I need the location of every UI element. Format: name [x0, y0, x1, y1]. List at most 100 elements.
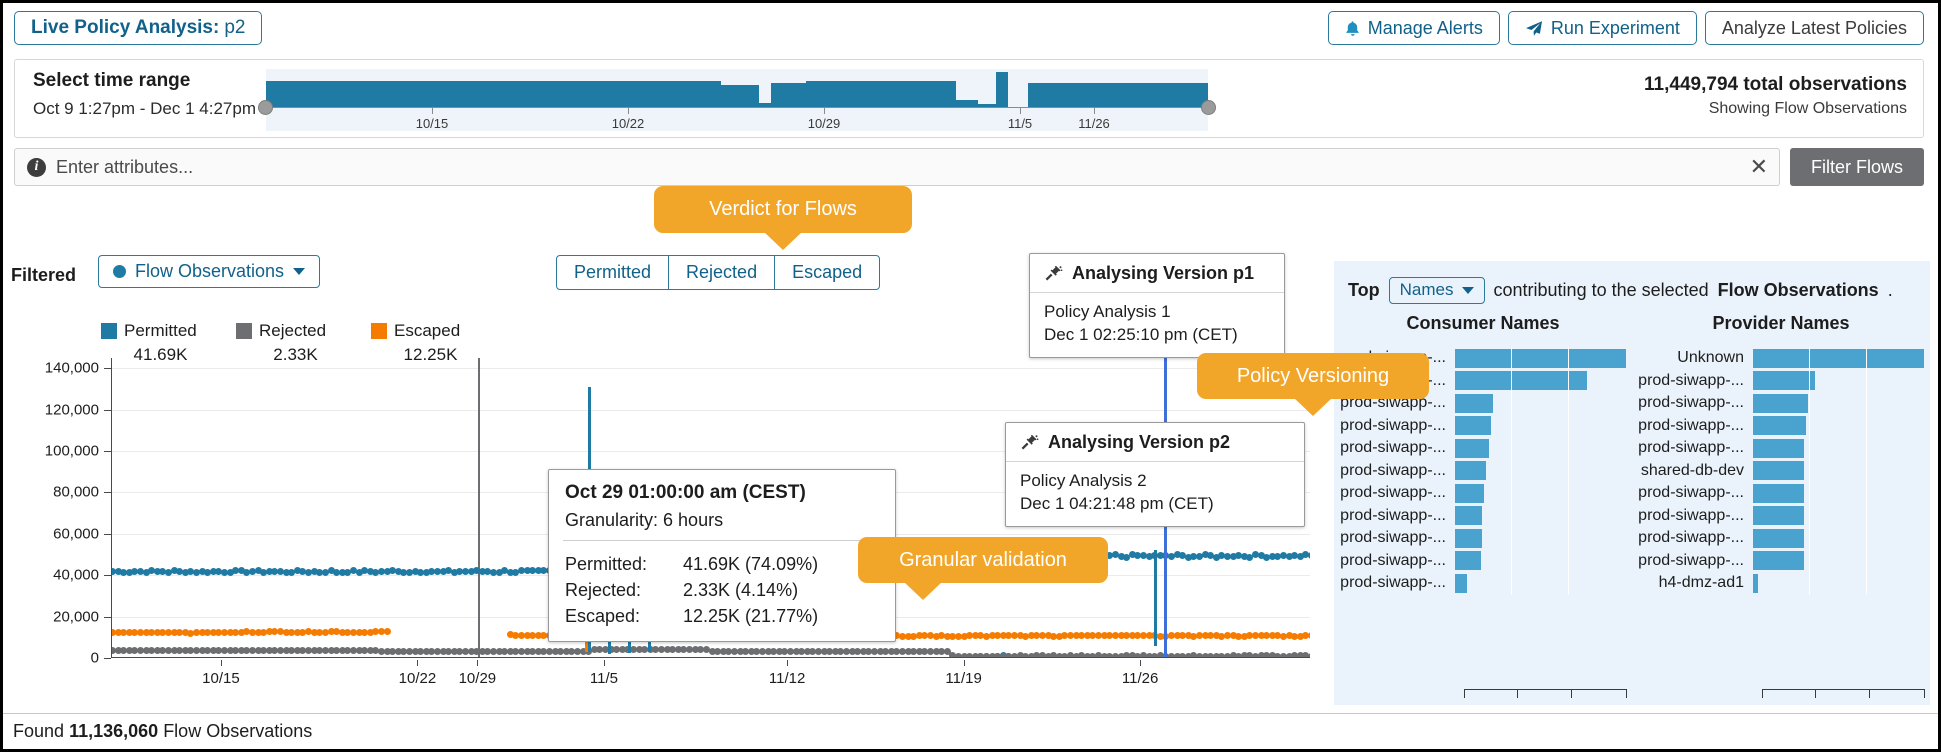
contributor-bar: [1455, 438, 1490, 458]
contributor-bar-track: [1455, 347, 1626, 370]
tooltip-data-point: Oct 29 01:00:00 am (CEST) Granularity: 6…: [548, 469, 896, 643]
tooltip-point-granularity: Granularity: 6 hours: [565, 510, 724, 530]
consumer-bar-list[interactable]: prod-siwapp-... prod-siwapp-... prod-siwap…: [1334, 347, 1626, 705]
contributor-bar: [1753, 393, 1808, 413]
names-dimension-selector[interactable]: Names: [1388, 276, 1485, 304]
results-footer: Found 11,136,060 Flow Observations: [3, 713, 1938, 749]
filter-flows-button[interactable]: Filter Flows: [1790, 148, 1924, 186]
contributor-row[interactable]: prod-siwapp-...: [1334, 549, 1626, 572]
tooltip-p2-line1: Policy Analysis 2: [1020, 471, 1147, 490]
contributing-text: contributing to the selected: [1493, 279, 1709, 300]
manage-alerts-button[interactable]: Manage Alerts: [1327, 11, 1500, 45]
callout-policy-versioning: Policy Versioning: [1197, 353, 1429, 399]
tooltip-p1-line1: Policy Analysis 1: [1044, 302, 1171, 321]
run-experiment-label: Run Experiment: [1550, 17, 1680, 38]
contributor-bar: [1455, 573, 1467, 593]
paper-plane-icon: [1525, 20, 1543, 37]
contributor-row[interactable]: prod-siwapp-...: [1334, 482, 1626, 505]
contributor-row[interactable]: prod-siwapp-...: [1334, 459, 1626, 482]
contributor-bar-track: [1455, 549, 1626, 572]
sparkline-ticks: 10/15 10/22 10/29 11/5 11/26: [266, 108, 1208, 131]
flow-observations-selector[interactable]: Flow Observations: [98, 255, 321, 288]
contributor-row[interactable]: h4-dmz-ad1: [1632, 572, 1924, 595]
chart-x-axis: 10/15 10/22 10/29 11/5 11/12 11/19 11/26: [111, 660, 1310, 690]
contributor-bar-track: [1753, 504, 1924, 527]
contributor-bar: [1455, 483, 1485, 503]
contributor-label: h4-dmz-ad1: [1658, 574, 1744, 592]
provider-names-column: Provider Names Unknown prod-siwapp-... pro…: [1632, 313, 1930, 705]
provider-bar-list[interactable]: Unknown prod-siwapp-... prod-siwapp-... pro…: [1632, 347, 1924, 705]
contributor-bar-track: [1753, 459, 1924, 482]
contributor-row[interactable]: prod-siwapp-...: [1632, 369, 1924, 392]
contributor-bar-track: [1753, 392, 1924, 415]
contributor-row[interactable]: shared-db-dev: [1632, 459, 1924, 482]
verdict-permitted-button[interactable]: Permitted: [557, 256, 670, 289]
contributor-bar-track: [1753, 414, 1924, 437]
chevron-down-icon: [1461, 286, 1474, 294]
found-count: 11,136,060: [69, 721, 159, 741]
legend-label-escaped: Escaped: [394, 321, 461, 340]
tooltip-p2-title: Analysing Version p2: [1048, 432, 1231, 452]
contributor-bar: [1455, 528, 1483, 548]
tooltip-row-escaped: Escaped: 12.25K (21.77%): [565, 603, 879, 629]
contributor-label: prod-siwapp-...: [1638, 416, 1744, 434]
tooltip-p1-line2: Dec 1 02:25:10 pm (CET): [1044, 324, 1238, 344]
chart-y-axis: 0 20,000 40,000 60,000 80,000 100,000 120,000 1…: [3, 358, 111, 667]
contributor-label: shared-db-dev: [1640, 461, 1744, 479]
legend-label-rejected: Rejected: [259, 321, 327, 340]
tooltip-analysing-version-p1: Analysing Version p1 Policy Analysis 1 D…: [1029, 253, 1285, 358]
contributor-bar-track: [1455, 527, 1626, 550]
contributor-bar: [1753, 416, 1806, 435]
contributor-label: prod-siwapp-...: [1638, 529, 1744, 547]
time-range-title: Select time range: [33, 70, 191, 91]
contributor-bar: [1455, 348, 1626, 368]
contributor-bar: [1455, 393, 1493, 413]
period: .: [1887, 279, 1893, 300]
time-range-panel: Select time range Oct 9 1:27pm - Dec 1 4…: [14, 59, 1924, 138]
contributor-row[interactable]: prod-siwapp-...: [1632, 392, 1924, 415]
contributor-row[interactable]: prod-siwapp-...: [1632, 504, 1924, 527]
contributor-label: prod-siwapp-...: [1340, 461, 1446, 479]
contributor-bar: [1753, 461, 1805, 480]
contributor-label: prod-siwapp-...: [1340, 574, 1446, 592]
run-experiment-button[interactable]: Run Experiment: [1507, 11, 1697, 45]
app-window: Live Policy Analysis: p2 Manage Alerts R…: [0, 0, 1941, 752]
verdict-escaped-button[interactable]: Escaped: [775, 256, 879, 289]
contributor-label: prod-siwapp-...: [1340, 484, 1446, 502]
contributor-row[interactable]: prod-siwapp-...: [1632, 549, 1924, 572]
contributor-bar: [1753, 551, 1805, 570]
tooltip-p1-title: Analysing Version p1: [1072, 263, 1255, 283]
legend-swatch-rejected: [236, 323, 252, 339]
page-title-bold: Live Policy Analysis:: [31, 17, 220, 38]
contributor-row[interactable]: prod-siwapp-...: [1632, 527, 1924, 550]
time-range-selector[interactable]: Oct 9 1:27pm - Dec 1 4:27pm: [33, 99, 275, 119]
contributor-row[interactable]: prod-siwapp-...: [1632, 414, 1924, 437]
contributor-row[interactable]: Unknown: [1632, 347, 1924, 370]
clear-filter-icon[interactable]: ✕: [1750, 156, 1768, 178]
contributor-row[interactable]: prod-siwapp-...: [1334, 437, 1626, 460]
names-selector-value: Names: [1399, 280, 1454, 299]
consumer-names-title: Consumer Names: [1406, 313, 1560, 333]
contributor-row[interactable]: prod-siwapp-...: [1334, 414, 1626, 437]
verdict-rejected-button[interactable]: Rejected: [669, 256, 776, 289]
page-title[interactable]: Live Policy Analysis: p2: [14, 11, 263, 45]
tooltip-value-escaped: 12.25K (21.77%): [683, 606, 819, 627]
contributor-row[interactable]: prod-siwapp-...: [1632, 437, 1924, 460]
analyze-latest-policies-button[interactable]: Analyze Latest Policies: [1704, 11, 1924, 45]
tooltip-value-rejected: 2.33K (4.14%): [683, 580, 799, 601]
contributor-row[interactable]: prod-siwapp-...: [1632, 482, 1924, 505]
tooltip-row-permitted: Permitted: 41.69K (74.09%): [565, 551, 879, 577]
contributor-row[interactable]: prod-siwapp-...: [1334, 504, 1626, 527]
header-actions: Manage Alerts Run Experiment Analyze Lat…: [1327, 11, 1924, 45]
contributor-row[interactable]: prod-siwapp-...: [1334, 572, 1626, 595]
contributor-row[interactable]: prod-siwapp-...: [1334, 527, 1626, 550]
sparkline-bars: [266, 69, 1208, 107]
top-contributors-panel: Top Names contributing to the selected F…: [1334, 261, 1930, 705]
legend-swatch-escaped: [371, 323, 387, 339]
contributor-label: Unknown: [1677, 349, 1744, 367]
plug-icon: [1044, 265, 1063, 282]
attributes-input[interactable]: i Enter attributes...: [14, 148, 1780, 186]
top-contributors-header: Top Names contributing to the selected F…: [1348, 275, 1922, 305]
time-range-slider[interactable]: 10/15 10/22 10/29 11/5 11/26: [258, 69, 1216, 131]
tooltip-p1-header: Analysing Version p1: [1030, 254, 1284, 293]
